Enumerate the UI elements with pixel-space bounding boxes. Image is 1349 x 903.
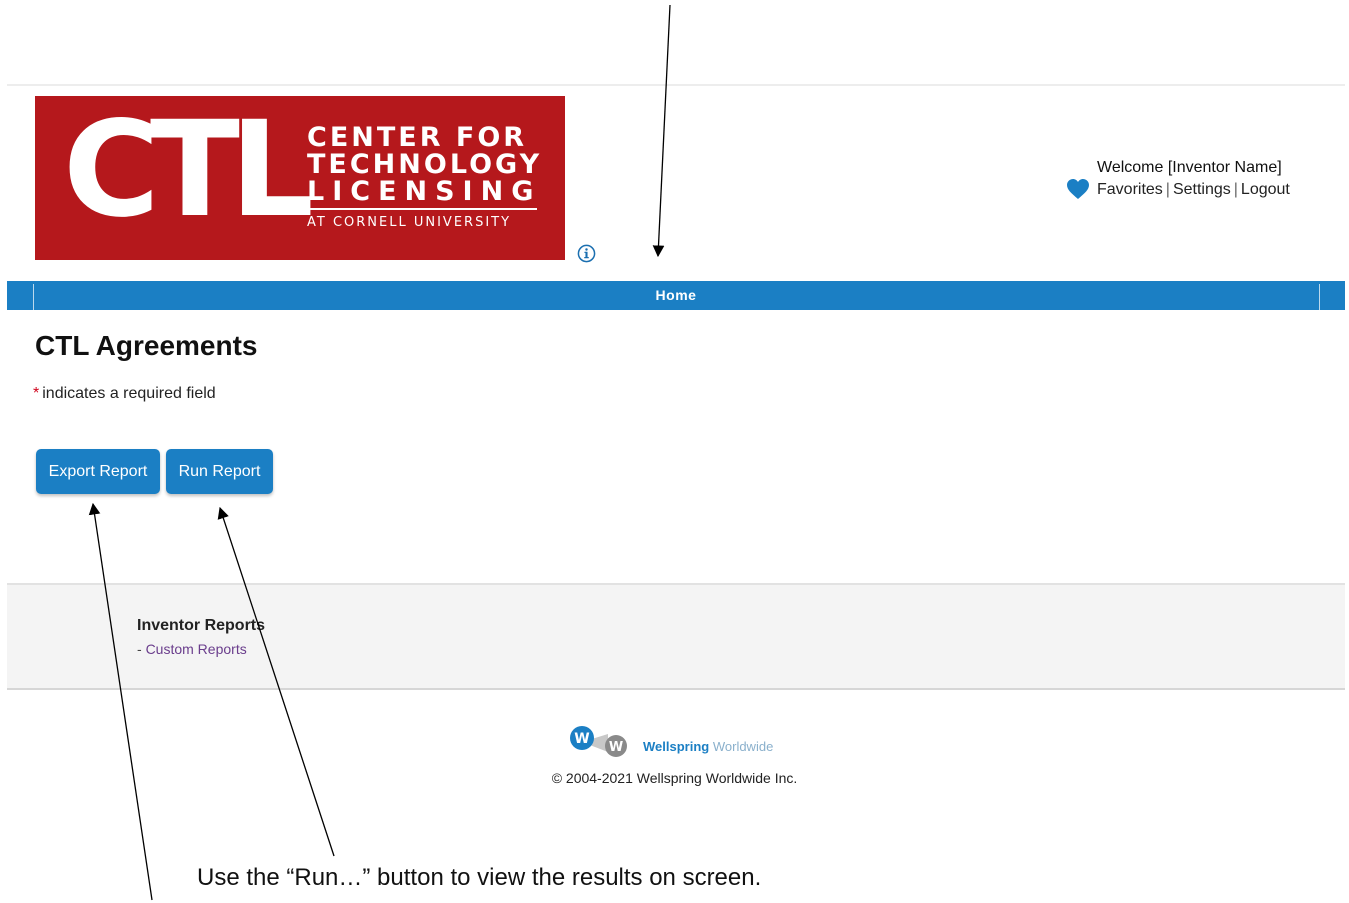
export-report-button[interactable]: Export Report: [36, 449, 160, 494]
required-note-text: indicates a required field: [42, 385, 216, 402]
main-nav-bar: Home: [7, 281, 1345, 310]
link-separator: |: [1165, 181, 1170, 198]
nav-divider: [1319, 284, 1320, 310]
logo-line-2: TECHNOLOGY: [307, 149, 543, 180]
page-title: CTL Agreements: [35, 330, 258, 361]
brand-bold: Wellspring: [643, 739, 710, 754]
logo-mark: CTL: [63, 96, 314, 247]
logo-subline: AT CORNELL UNIVERSITY: [307, 215, 512, 230]
settings-link[interactable]: Settings: [1173, 181, 1231, 198]
copyright-text: © 2004-2021 Wellspring Worldwide Inc.: [551, 770, 798, 786]
footer-section-title: Inventor Reports: [137, 617, 266, 634]
brand-light: Worldwide: [712, 739, 774, 754]
welcome-text: Welcome [Inventor Name]: [1097, 159, 1282, 176]
custom-reports-link[interactable]: Custom Reports: [146, 641, 247, 657]
logo-rule: [307, 208, 537, 210]
annotation-caption: Use the “Run…” button to view the result…: [197, 864, 762, 891]
ctl-logo[interactable]: CTL CENTER FOR TECHNOLOGY LICENSING AT C…: [35, 96, 565, 260]
footer-panel: Inventor Reports - Custom Reports: [7, 583, 1345, 690]
wellspring-brand: Wellspring Worldwide: [643, 739, 773, 754]
arrow-to-export: [88, 502, 153, 901]
favorites-link[interactable]: Favorites: [1097, 181, 1163, 198]
footer-link-prefix: -: [137, 641, 146, 657]
user-links: Favorites | Settings | Logout: [1097, 179, 1290, 201]
svg-text:W: W: [609, 740, 623, 755]
logo-line-1: CENTER FOR: [307, 122, 528, 153]
header-divider: [7, 84, 1345, 86]
svg-text:W: W: [574, 731, 589, 747]
user-area: Welcome [Inventor Name] Favorites | Settin…: [1097, 157, 1290, 201]
wellspring-logo-icon: W W: [570, 726, 627, 757]
arrow-to-home: [652, 4, 671, 258]
info-circle-icon[interactable]: [577, 244, 596, 263]
heart-icon[interactable]: [1066, 178, 1090, 200]
run-report-button[interactable]: Run Report: [166, 449, 273, 494]
nav-home-link[interactable]: Home: [7, 287, 1345, 303]
logout-link[interactable]: Logout: [1241, 181, 1290, 198]
required-field-note: * indicates a required field: [33, 385, 216, 403]
footer-link-row: - Custom Reports: [137, 641, 247, 657]
required-star: *: [33, 385, 40, 402]
logo-line-3: LICENSING: [307, 176, 542, 207]
link-separator: |: [1233, 181, 1238, 198]
